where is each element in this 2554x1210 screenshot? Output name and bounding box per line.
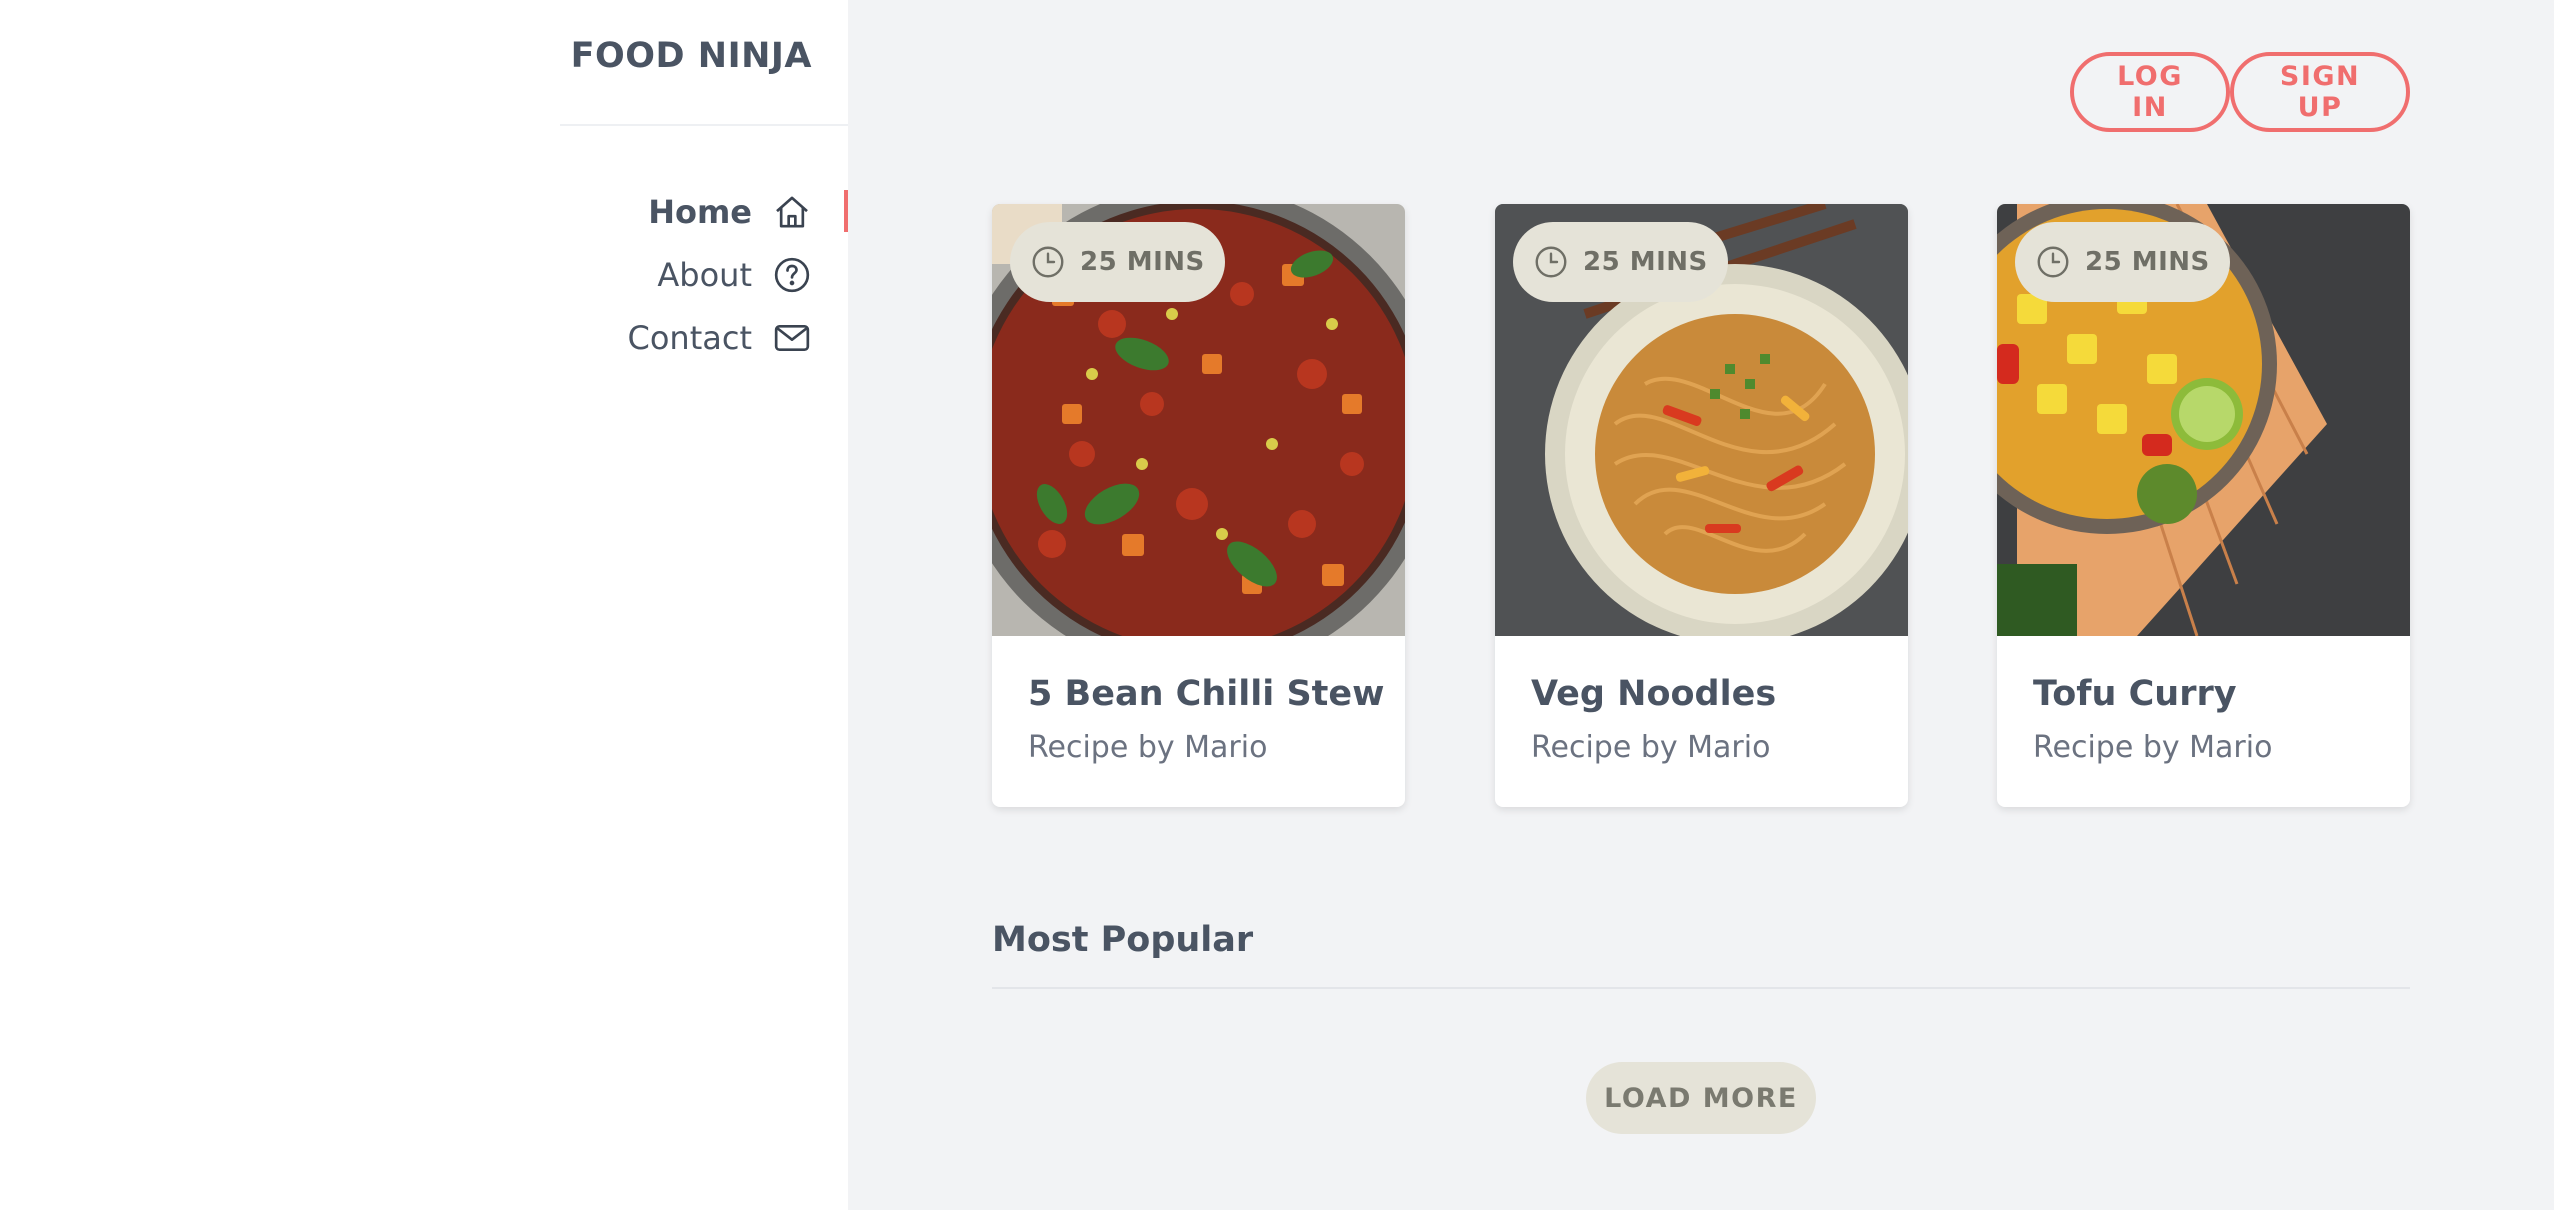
mail-icon [772, 318, 812, 358]
sidebar-item-contact[interactable]: Contact [560, 306, 848, 369]
recipe-image: 25 MINS [992, 204, 1405, 636]
time-label: 25 MINS [2085, 247, 2210, 277]
recipe-byline: Recipe by Mario [1531, 730, 1771, 765]
time-label: 25 MINS [1583, 247, 1708, 277]
time-badge: 25 MINS [1513, 222, 1728, 302]
clock-icon [1535, 246, 1567, 278]
sidebar-item-label: Home [648, 192, 752, 231]
sidebar-nav: Home About Contact [560, 180, 848, 369]
recipe-title: 5 Bean Chilli Stew [1028, 674, 1385, 714]
recipe-byline: Recipe by Mario [1028, 730, 1268, 765]
recipe-card[interactable]: 25 MINS 5 Bean Chilli Stew Recipe by Mar… [992, 204, 1405, 807]
time-badge: 25 MINS [2015, 222, 2230, 302]
brand-title[interactable]: FOOD NINJA [560, 36, 848, 76]
divider [992, 987, 2410, 989]
clock-icon [2037, 246, 2069, 278]
recipe-byline: Recipe by Mario [2033, 730, 2273, 765]
sidebar-item-label: Contact [627, 318, 753, 357]
recipe-card[interactable]: 25 MINS Veg Noodles Recipe by Mario [1495, 204, 1908, 807]
sidebar: FOOD NINJA Home About Contact [0, 0, 848, 1210]
sidebar-item-home[interactable]: Home [560, 180, 848, 243]
load-more-button[interactable]: LOAD MORE [1586, 1062, 1816, 1134]
login-button[interactable]: LOG IN [2070, 52, 2230, 132]
clock-icon [1032, 246, 1064, 278]
recipe-image: 25 MINS [1997, 204, 2410, 636]
time-label: 25 MINS [1080, 247, 1205, 277]
sidebar-item-about[interactable]: About [560, 243, 848, 306]
divider [560, 124, 848, 126]
recipe-title: Veg Noodles [1531, 674, 1777, 714]
recipe-card[interactable]: 25 MINS Tofu Curry Recipe by Mario [1997, 204, 2410, 807]
auth-buttons: LOG IN SIGN UP [2070, 52, 2410, 132]
signup-button[interactable]: SIGN UP [2230, 52, 2410, 132]
recipe-image: 25 MINS [1495, 204, 1908, 636]
question-circle-icon [772, 255, 812, 295]
sidebar-item-label: About [657, 255, 752, 294]
app: FOOD NINJA Home About Contact LOG IN SIG… [0, 0, 2554, 1210]
recipe-title: Tofu Curry [2033, 674, 2237, 714]
section-title: Most Popular [992, 920, 1254, 960]
time-badge: 25 MINS [1010, 222, 1225, 302]
home-icon [772, 192, 812, 232]
